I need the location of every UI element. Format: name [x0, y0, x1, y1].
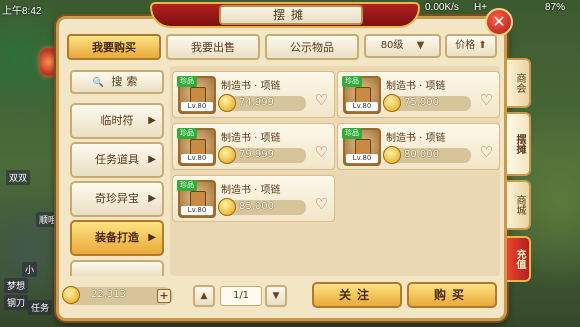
rare-tag: 珍品 [177, 76, 197, 87]
wallet-balance: 22,313 + [62, 286, 173, 305]
level-badge: Lv.80 [346, 102, 378, 111]
favorite-heart-icon[interactable]: ♡ [315, 195, 328, 213]
category-rare-treasure[interactable]: 奇珍异宝 ▶ [70, 181, 164, 217]
item-price: 80,000 [383, 146, 471, 164]
side-tab-stall[interactable]: 摆摊 [507, 112, 531, 176]
book-icon: 珍品 Lv.80 [177, 180, 216, 218]
coin-icon [218, 94, 236, 112]
level-badge: Lv.80 [181, 102, 213, 111]
scene-label: 小 [22, 262, 38, 277]
chevron-right-icon: ▶ [148, 154, 156, 165]
item-price-value: 79,999 [239, 149, 274, 160]
status-battery: 87% [545, 2, 566, 13]
chevron-right-icon: ▶ [148, 232, 156, 243]
page-next-button[interactable]: ▼ [265, 285, 287, 307]
scene-label: 双双 [6, 170, 31, 185]
item-price-value: 74,999 [239, 97, 274, 108]
side-tab-recharge[interactable]: 充值 [507, 236, 531, 282]
item-name: 制造书 · 项链 [221, 81, 281, 92]
scene-label: 钢刀 [4, 295, 29, 310]
book-icon: 珍品 Lv.80 [342, 128, 381, 166]
scene-label: 任务 [28, 300, 53, 315]
item-card[interactable]: 珍品 Lv.80 制造书 · 项链 79,999 ♡ [172, 123, 335, 170]
favorite-heart-icon[interactable]: ♡ [480, 91, 493, 109]
category-partial[interactable] [70, 260, 164, 276]
price-sort-label: 价格 [455, 40, 476, 51]
level-filter-label: 80级 [380, 40, 404, 51]
rare-tag: 珍品 [342, 76, 362, 87]
book-icon: 珍品 Lv.80 [342, 76, 381, 114]
item-card[interactable]: 珍品 Lv.80 制造书 · 项链 74,999 ♡ [172, 71, 335, 118]
item-card[interactable]: 珍品 Lv.80 制造书 · 项链 85,000 ♡ [172, 175, 335, 222]
category-label: 装备打造 [95, 231, 139, 244]
category-label: 奇珍异宝 [95, 192, 139, 205]
rare-tag: 珍品 [342, 128, 362, 139]
scene-label: 梦想 [4, 278, 29, 293]
status-net-speed: 0.00K/s [425, 2, 459, 13]
item-price-value: 75,000 [404, 97, 439, 108]
rare-tag: 珍品 [177, 128, 197, 139]
item-name: 制造书 · 项链 [221, 133, 281, 144]
coin-icon [383, 94, 401, 112]
book-icon: 珍品 Lv.80 [177, 76, 216, 114]
chevron-down-icon: ▼ [416, 40, 425, 51]
favorite-heart-icon[interactable]: ♡ [315, 91, 328, 109]
price-sort-button[interactable]: 价格 ⬆ [445, 34, 497, 58]
sort-ascending-icon: ⬆ [478, 40, 487, 51]
book-icon: 珍品 Lv.80 [177, 128, 216, 166]
favorite-heart-icon[interactable]: ♡ [480, 143, 493, 161]
coin-icon [62, 286, 80, 304]
item-card[interactable]: 珍品 Lv.80 制造书 · 项链 80,000 ♡ [337, 123, 500, 170]
tab-buy[interactable]: 我要购买 [67, 34, 161, 60]
page-indicator: 1/1 [220, 286, 262, 306]
item-price-value: 80,000 [404, 149, 439, 160]
item-name: 制造书 · 项链 [386, 81, 446, 92]
page-prev-button[interactable]: ▲ [193, 285, 215, 307]
side-tab-guild[interactable]: 商会 [507, 58, 531, 108]
add-currency-button[interactable]: + [157, 289, 171, 303]
item-price-value: 85,000 [239, 201, 274, 212]
coin-icon [383, 146, 401, 164]
level-filter-select[interactable]: 80级 ▼ [364, 34, 441, 58]
coin-icon [218, 146, 236, 164]
search-label: 搜索 [111, 75, 142, 88]
coin-icon [218, 198, 236, 216]
category-label: 任务道具 [95, 153, 139, 166]
close-button[interactable]: ✕ [485, 8, 513, 36]
item-price: 85,000 [218, 198, 306, 216]
category-temp-talisman[interactable]: 临时符 ▶ [70, 103, 164, 139]
item-price: 75,000 [383, 94, 471, 112]
category-equipment-forging[interactable]: 装备打造 ▶ [70, 220, 164, 256]
status-signal: H+ [474, 2, 488, 13]
item-price: 79,999 [218, 146, 306, 164]
category-label: 临时符 [100, 114, 134, 127]
category-task-items[interactable]: 任务道具 ▶ [70, 142, 164, 178]
panel-title: 摆摊 [219, 5, 363, 25]
favorite-heart-icon[interactable]: ♡ [315, 143, 328, 161]
search-icon: 🔍 [92, 78, 104, 88]
chevron-right-icon: ▶ [148, 193, 156, 204]
side-tab-mall[interactable]: 商城 [507, 180, 531, 230]
rare-tag: 珍品 [177, 180, 197, 191]
level-badge: Lv.80 [346, 154, 378, 163]
status-time: 上午8:42 [2, 6, 42, 17]
buy-button[interactable]: 购买 [407, 282, 497, 308]
item-card[interactable]: 珍品 Lv.80 制造书 · 项链 75,000 ♡ [337, 71, 500, 118]
level-badge: Lv.80 [181, 206, 213, 215]
follow-button[interactable]: 关注 [312, 282, 402, 308]
tab-sell[interactable]: 我要出售 [166, 34, 260, 60]
level-badge: Lv.80 [181, 154, 213, 163]
wallet-amount: 22,313 [91, 289, 126, 300]
search-button[interactable]: 🔍 搜索 [70, 70, 164, 94]
tab-public-items[interactable]: 公示物品 [265, 34, 359, 60]
item-name: 制造书 · 项链 [386, 133, 446, 144]
item-price: 74,999 [218, 94, 306, 112]
item-name: 制造书 · 项链 [221, 185, 281, 196]
chevron-right-icon: ▶ [148, 115, 156, 126]
